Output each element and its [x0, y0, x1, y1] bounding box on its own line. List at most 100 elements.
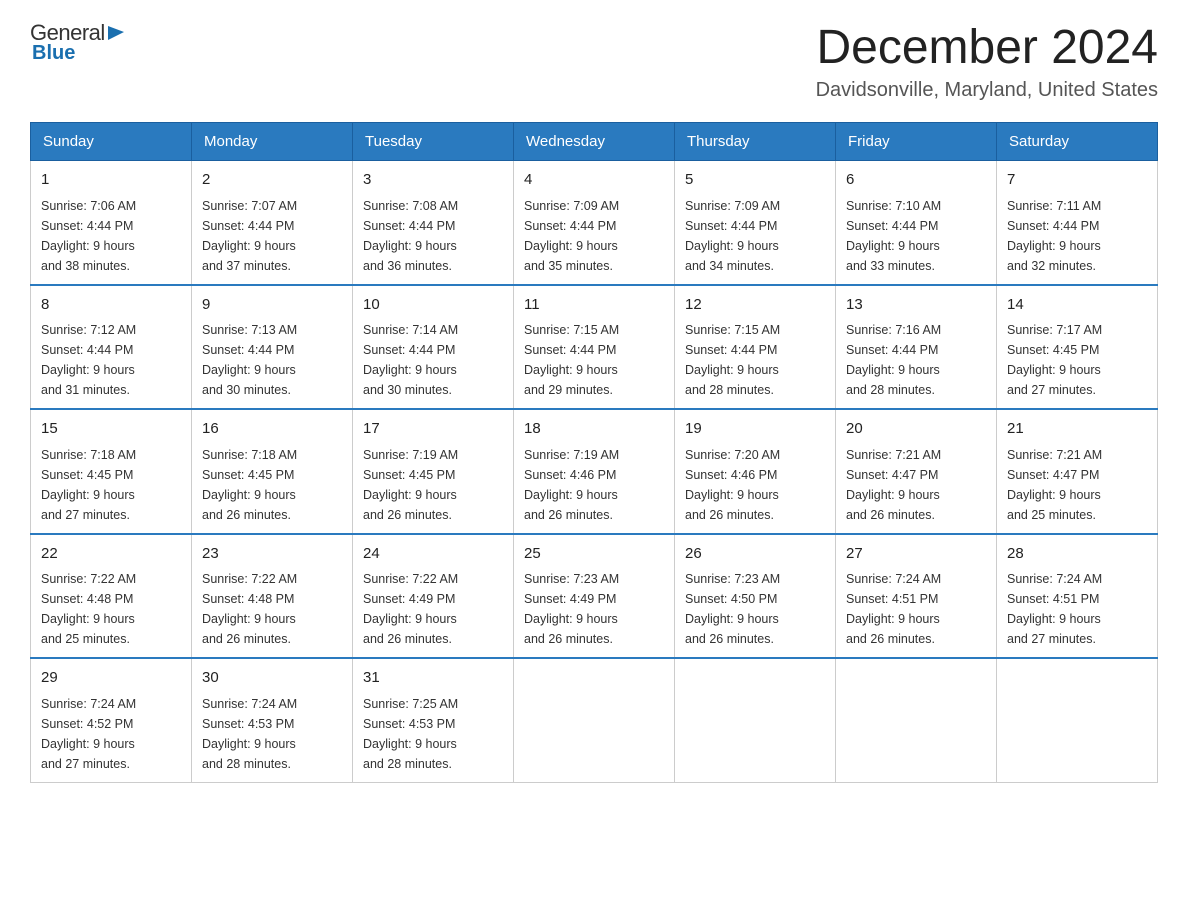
day-info: Sunrise: 7:15 AM Sunset: 4:44 PM Dayligh…: [524, 320, 664, 400]
calendar-table: SundayMondayTuesdayWednesdayThursdayFrid…: [30, 122, 1158, 783]
day-info: Sunrise: 7:19 AM Sunset: 4:45 PM Dayligh…: [363, 445, 503, 525]
calendar-cell: 4 Sunrise: 7:09 AM Sunset: 4:44 PM Dayli…: [514, 161, 675, 285]
day-number: 21: [1007, 418, 1147, 441]
day-info: Sunrise: 7:23 AM Sunset: 4:50 PM Dayligh…: [685, 569, 825, 649]
calendar-cell: 31 Sunrise: 7:25 AM Sunset: 4:53 PM Dayl…: [353, 658, 514, 782]
day-info: Sunrise: 7:24 AM Sunset: 4:53 PM Dayligh…: [202, 694, 342, 774]
day-info: Sunrise: 7:23 AM Sunset: 4:49 PM Dayligh…: [524, 569, 664, 649]
calendar-cell: [675, 658, 836, 782]
calendar-cell: 13 Sunrise: 7:16 AM Sunset: 4:44 PM Dayl…: [836, 285, 997, 410]
calendar-cell: 18 Sunrise: 7:19 AM Sunset: 4:46 PM Dayl…: [514, 409, 675, 534]
day-of-week-header: Thursday: [675, 123, 836, 161]
day-number: 1: [41, 169, 181, 192]
calendar-cell: 28 Sunrise: 7:24 AM Sunset: 4:51 PM Dayl…: [997, 534, 1158, 659]
calendar-cell: 3 Sunrise: 7:08 AM Sunset: 4:44 PM Dayli…: [353, 161, 514, 285]
day-info: Sunrise: 7:17 AM Sunset: 4:45 PM Dayligh…: [1007, 320, 1147, 400]
calendar-cell: 17 Sunrise: 7:19 AM Sunset: 4:45 PM Dayl…: [353, 409, 514, 534]
day-number: 29: [41, 667, 181, 690]
day-of-week-header: Monday: [192, 123, 353, 161]
calendar-cell: 23 Sunrise: 7:22 AM Sunset: 4:48 PM Dayl…: [192, 534, 353, 659]
day-of-week-header: Sunday: [31, 123, 192, 161]
calendar-cell: [836, 658, 997, 782]
page-subtitle: Davidsonville, Maryland, United States: [816, 79, 1158, 102]
day-number: 7: [1007, 169, 1147, 192]
day-info: Sunrise: 7:09 AM Sunset: 4:44 PM Dayligh…: [685, 196, 825, 276]
day-number: 16: [202, 418, 342, 441]
day-number: 20: [846, 418, 986, 441]
day-number: 31: [363, 667, 503, 690]
day-info: Sunrise: 7:15 AM Sunset: 4:44 PM Dayligh…: [685, 320, 825, 400]
day-of-week-header: Wednesday: [514, 123, 675, 161]
calendar-cell: 14 Sunrise: 7:17 AM Sunset: 4:45 PM Dayl…: [997, 285, 1158, 410]
title-section: December 2024 Davidsonville, Maryland, U…: [816, 20, 1158, 102]
day-number: 14: [1007, 294, 1147, 317]
day-info: Sunrise: 7:08 AM Sunset: 4:44 PM Dayligh…: [363, 196, 503, 276]
day-number: 4: [524, 169, 664, 192]
calendar-cell: 25 Sunrise: 7:23 AM Sunset: 4:49 PM Dayl…: [514, 534, 675, 659]
day-number: 27: [846, 543, 986, 566]
calendar-week-row: 15 Sunrise: 7:18 AM Sunset: 4:45 PM Dayl…: [31, 409, 1158, 534]
calendar-week-row: 1 Sunrise: 7:06 AM Sunset: 4:44 PM Dayli…: [31, 161, 1158, 285]
day-number: 17: [363, 418, 503, 441]
day-number: 12: [685, 294, 825, 317]
day-info: Sunrise: 7:13 AM Sunset: 4:44 PM Dayligh…: [202, 320, 342, 400]
day-number: 15: [41, 418, 181, 441]
calendar-cell: 29 Sunrise: 7:24 AM Sunset: 4:52 PM Dayl…: [31, 658, 192, 782]
day-info: Sunrise: 7:24 AM Sunset: 4:51 PM Dayligh…: [1007, 569, 1147, 649]
day-info: Sunrise: 7:09 AM Sunset: 4:44 PM Dayligh…: [524, 196, 664, 276]
calendar-week-row: 8 Sunrise: 7:12 AM Sunset: 4:44 PM Dayli…: [31, 285, 1158, 410]
calendar-cell: 1 Sunrise: 7:06 AM Sunset: 4:44 PM Dayli…: [31, 161, 192, 285]
calendar-cell: 6 Sunrise: 7:10 AM Sunset: 4:44 PM Dayli…: [836, 161, 997, 285]
day-number: 19: [685, 418, 825, 441]
day-number: 30: [202, 667, 342, 690]
logo-arrow-icon: [106, 22, 126, 42]
calendar-week-row: 29 Sunrise: 7:24 AM Sunset: 4:52 PM Dayl…: [31, 658, 1158, 782]
day-number: 11: [524, 294, 664, 317]
day-info: Sunrise: 7:18 AM Sunset: 4:45 PM Dayligh…: [202, 445, 342, 525]
day-info: Sunrise: 7:18 AM Sunset: 4:45 PM Dayligh…: [41, 445, 181, 525]
day-number: 10: [363, 294, 503, 317]
day-of-week-header: Friday: [836, 123, 997, 161]
day-info: Sunrise: 7:14 AM Sunset: 4:44 PM Dayligh…: [363, 320, 503, 400]
calendar-cell: 11 Sunrise: 7:15 AM Sunset: 4:44 PM Dayl…: [514, 285, 675, 410]
day-number: 13: [846, 294, 986, 317]
calendar-cell: 27 Sunrise: 7:24 AM Sunset: 4:51 PM Dayl…: [836, 534, 997, 659]
calendar-cell: 2 Sunrise: 7:07 AM Sunset: 4:44 PM Dayli…: [192, 161, 353, 285]
calendar-cell: 8 Sunrise: 7:12 AM Sunset: 4:44 PM Dayli…: [31, 285, 192, 410]
page-title: December 2024: [816, 20, 1158, 75]
day-of-week-header: Saturday: [997, 123, 1158, 161]
calendar-cell: 9 Sunrise: 7:13 AM Sunset: 4:44 PM Dayli…: [192, 285, 353, 410]
calendar-cell: 19 Sunrise: 7:20 AM Sunset: 4:46 PM Dayl…: [675, 409, 836, 534]
day-info: Sunrise: 7:12 AM Sunset: 4:44 PM Dayligh…: [41, 320, 181, 400]
day-info: Sunrise: 7:25 AM Sunset: 4:53 PM Dayligh…: [363, 694, 503, 774]
day-info: Sunrise: 7:11 AM Sunset: 4:44 PM Dayligh…: [1007, 196, 1147, 276]
page-header: General Blue December 2024 Davidsonville…: [30, 20, 1158, 102]
day-number: 6: [846, 169, 986, 192]
calendar-cell: 10 Sunrise: 7:14 AM Sunset: 4:44 PM Dayl…: [353, 285, 514, 410]
day-info: Sunrise: 7:21 AM Sunset: 4:47 PM Dayligh…: [1007, 445, 1147, 525]
day-number: 28: [1007, 543, 1147, 566]
calendar-cell: [514, 658, 675, 782]
logo: General Blue: [30, 20, 126, 65]
day-info: Sunrise: 7:22 AM Sunset: 4:48 PM Dayligh…: [41, 569, 181, 649]
day-info: Sunrise: 7:22 AM Sunset: 4:49 PM Dayligh…: [363, 569, 503, 649]
day-of-week-header: Tuesday: [353, 123, 514, 161]
day-info: Sunrise: 7:20 AM Sunset: 4:46 PM Dayligh…: [685, 445, 825, 525]
calendar-cell: 21 Sunrise: 7:21 AM Sunset: 4:47 PM Dayl…: [997, 409, 1158, 534]
calendar-week-row: 22 Sunrise: 7:22 AM Sunset: 4:48 PM Dayl…: [31, 534, 1158, 659]
calendar-cell: [997, 658, 1158, 782]
day-number: 24: [363, 543, 503, 566]
day-info: Sunrise: 7:07 AM Sunset: 4:44 PM Dayligh…: [202, 196, 342, 276]
calendar-cell: 22 Sunrise: 7:22 AM Sunset: 4:48 PM Dayl…: [31, 534, 192, 659]
day-info: Sunrise: 7:19 AM Sunset: 4:46 PM Dayligh…: [524, 445, 664, 525]
day-info: Sunrise: 7:24 AM Sunset: 4:52 PM Dayligh…: [41, 694, 181, 774]
day-info: Sunrise: 7:22 AM Sunset: 4:48 PM Dayligh…: [202, 569, 342, 649]
calendar-cell: 20 Sunrise: 7:21 AM Sunset: 4:47 PM Dayl…: [836, 409, 997, 534]
day-number: 9: [202, 294, 342, 317]
day-info: Sunrise: 7:24 AM Sunset: 4:51 PM Dayligh…: [846, 569, 986, 649]
calendar-cell: 24 Sunrise: 7:22 AM Sunset: 4:49 PM Dayl…: [353, 534, 514, 659]
calendar-cell: 5 Sunrise: 7:09 AM Sunset: 4:44 PM Dayli…: [675, 161, 836, 285]
calendar-cell: 26 Sunrise: 7:23 AM Sunset: 4:50 PM Dayl…: [675, 534, 836, 659]
day-info: Sunrise: 7:06 AM Sunset: 4:44 PM Dayligh…: [41, 196, 181, 276]
calendar-cell: 16 Sunrise: 7:18 AM Sunset: 4:45 PM Dayl…: [192, 409, 353, 534]
